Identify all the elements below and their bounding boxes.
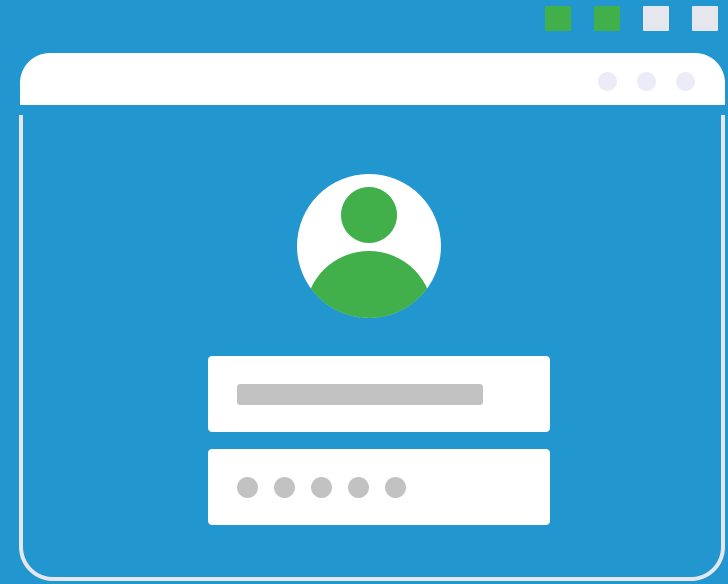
password-dot bbox=[385, 477, 406, 498]
window-controls bbox=[598, 72, 695, 91]
password-field[interactable] bbox=[208, 449, 550, 525]
password-dot bbox=[348, 477, 369, 498]
username-placeholder-bar bbox=[237, 384, 483, 405]
password-dot bbox=[237, 477, 258, 498]
step-1-complete bbox=[545, 6, 571, 31]
window-title-bar bbox=[20, 53, 725, 105]
maximize-dot[interactable] bbox=[637, 72, 656, 91]
close-dot[interactable] bbox=[676, 72, 695, 91]
password-dot bbox=[311, 477, 332, 498]
password-mask bbox=[237, 477, 406, 498]
step-indicator bbox=[545, 6, 718, 31]
minimize-dot[interactable] bbox=[598, 72, 617, 91]
avatar bbox=[297, 174, 441, 318]
step-3-pending bbox=[643, 6, 669, 31]
step-4-pending bbox=[692, 6, 718, 31]
user-icon-head bbox=[341, 187, 397, 243]
user-icon-body bbox=[305, 251, 433, 318]
username-field[interactable] bbox=[208, 356, 550, 432]
password-dot bbox=[274, 477, 295, 498]
step-2-complete bbox=[594, 6, 620, 31]
